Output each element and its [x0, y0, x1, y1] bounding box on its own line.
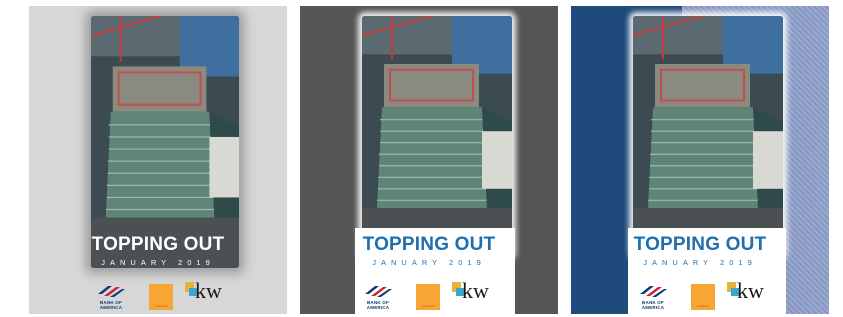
- boa-wordmark: BANK OF AMERICA: [99, 300, 123, 310]
- kw-wordmark: kw: [737, 278, 764, 303]
- building-illustration: [362, 16, 512, 256]
- boa-flag-icon: [640, 286, 667, 297]
- sponsor-logos: BANK OF AMERICA CARSON kw: [356, 278, 516, 314]
- kw-logo: kw: [185, 278, 229, 312]
- orange-logo: CARSON: [149, 284, 173, 310]
- cover-title: TOPPING OUT: [633, 234, 767, 255]
- building-photo: [633, 16, 783, 256]
- boa-wordmark: BANK OF AMERICA: [641, 300, 665, 310]
- orange-logo: CARSON: [691, 284, 715, 310]
- bank-of-america-logo: BANK OF AMERICA: [89, 284, 133, 312]
- kw-wordmark: kw: [195, 278, 222, 303]
- orange-logo-text: CARSON: [421, 304, 435, 308]
- building-photo: [91, 16, 239, 268]
- kw-logo: kw: [452, 278, 496, 312]
- building-illustration: [633, 16, 783, 256]
- cover-panel-dark: TOPPING OUT JANUARY 2019 BANK OF AMERICA…: [300, 6, 558, 314]
- sponsor-logos: BANK OF AMERICA CARSON kw: [89, 278, 249, 314]
- boa-wordmark: BANK OF AMERICA: [366, 300, 390, 310]
- kw-logo: kw: [727, 278, 771, 312]
- orange-logo: CARSON: [416, 284, 440, 310]
- cover-subtitle: JANUARY 2019: [101, 258, 215, 267]
- building-photo: [362, 16, 512, 256]
- cover-title: TOPPING OUT: [362, 234, 496, 255]
- cover-subtitle: JANUARY 2019: [372, 258, 486, 267]
- bank-of-america-logo: BANK OF AMERICA: [356, 284, 400, 312]
- cover-subtitle: JANUARY 2019: [643, 258, 757, 267]
- bank-of-america-logo: BANK OF AMERICA: [631, 284, 675, 312]
- boa-flag-icon: [365, 286, 392, 297]
- sponsor-logos: BANK OF AMERICA CARSON kw: [631, 278, 791, 314]
- cover-panel-blue: TOPPING OUT JANUARY 2019 BANK OF AMERICA…: [571, 6, 829, 314]
- boa-flag-icon: [98, 286, 125, 297]
- building-illustration: [91, 16, 239, 268]
- orange-logo-text: CARSON: [154, 304, 168, 308]
- cover-panel-gray: TOPPING OUT JANUARY 2019 BANK OF AMERICA…: [29, 6, 287, 314]
- kw-wordmark: kw: [462, 278, 489, 303]
- cover-title: TOPPING OUT: [91, 234, 225, 255]
- orange-logo-text: CARSON: [696, 304, 710, 308]
- cover-variants: TOPPING OUT JANUARY 2019 BANK OF AMERICA…: [0, 0, 843, 317]
